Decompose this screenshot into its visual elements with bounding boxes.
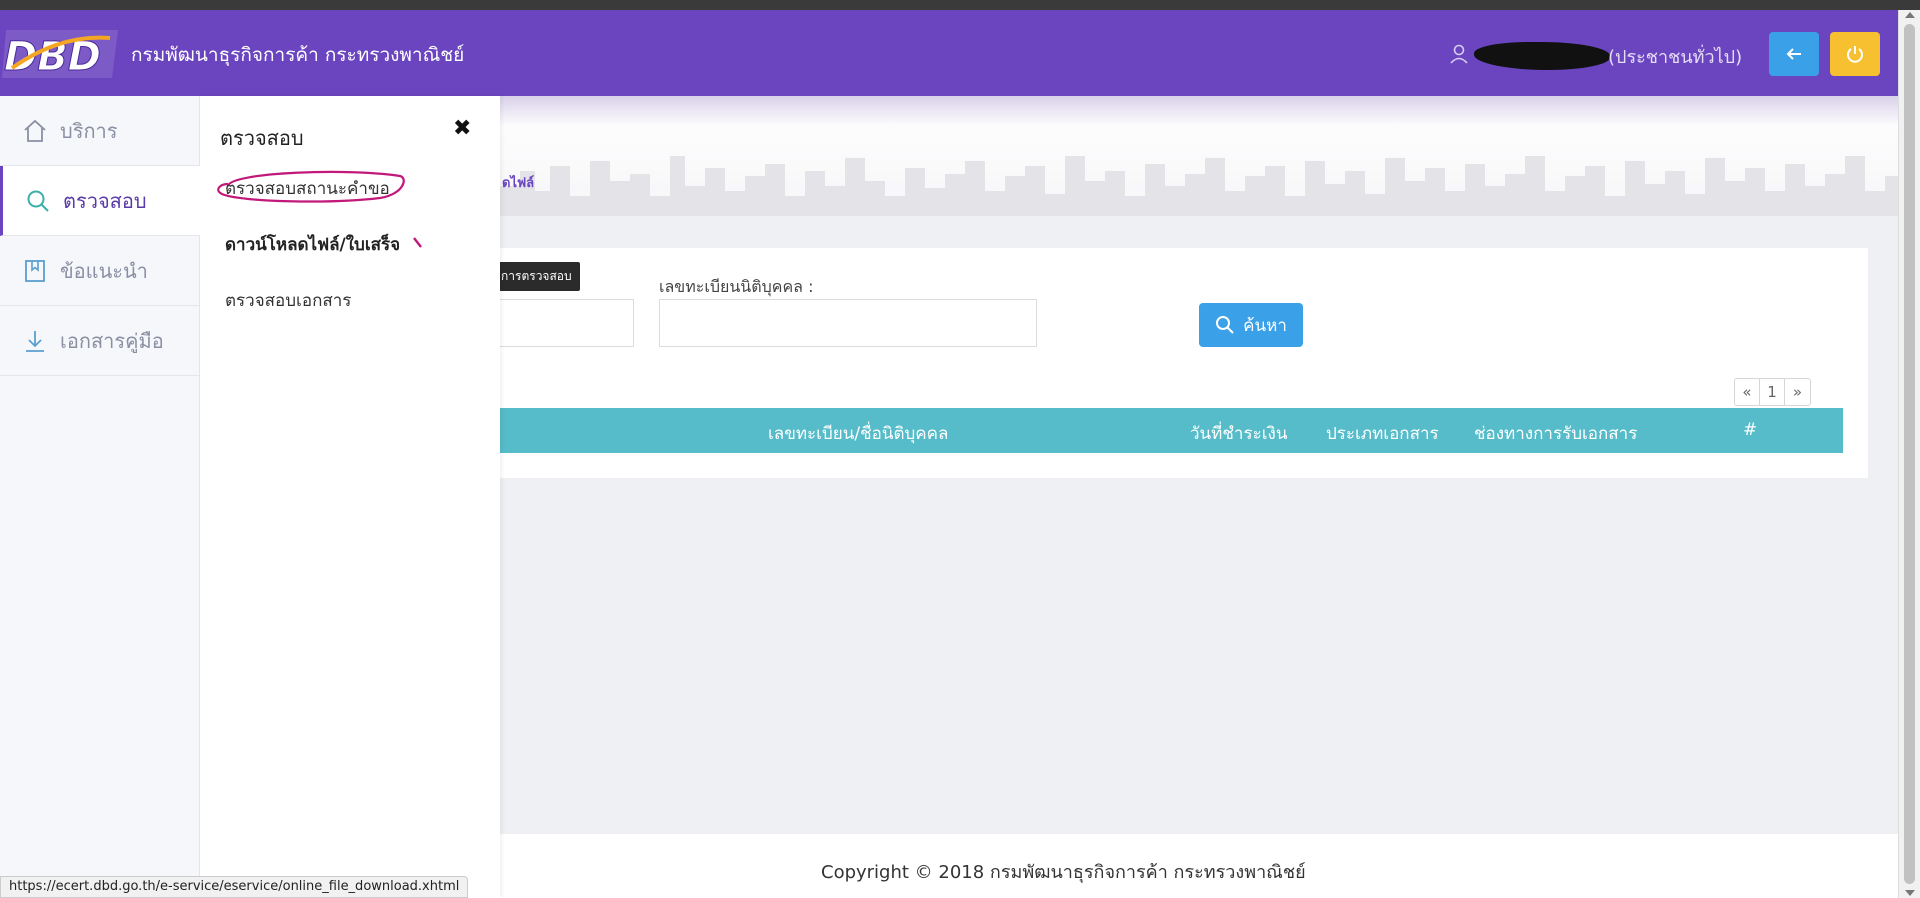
close-icon[interactable]: ✖ xyxy=(453,116,471,141)
logout-button[interactable] xyxy=(1830,32,1880,76)
submenu-title: ตรวจสอบ xyxy=(220,126,304,150)
search-icon xyxy=(27,190,49,212)
col-document-type[interactable]: ประเภทเอกสาร xyxy=(1326,420,1439,447)
search-button-label: ค้นหา xyxy=(1243,315,1287,336)
redacted-username xyxy=(1474,42,1610,70)
submenu-panel: ตรวจสอบ ✖ ตรวจสอบสถานะคำขอ ดาวน์โหลดไฟล์… xyxy=(200,96,500,898)
sidebar-item-label: บริการ xyxy=(60,118,118,143)
breadcrumb[interactable]: ดไฟล์ xyxy=(502,172,534,193)
sidebar-item-check[interactable]: ตรวจสอบ xyxy=(0,166,200,236)
sidebar-item-advice[interactable]: ข้อแนะนำ xyxy=(0,236,200,306)
scrollbar-thumb[interactable] xyxy=(1904,24,1915,884)
table-header: เลขทะเบียน/ชื่อนิติบุคคล วันที่ชำระเงิน … xyxy=(500,408,1843,453)
col-actions: # xyxy=(1743,420,1758,440)
submenu-item-request-status[interactable]: ตรวจสอบสถานะคำขอ xyxy=(225,175,390,202)
power-icon xyxy=(1847,46,1863,63)
col-delivery-channel[interactable]: ช่องทางการรับเอกสาร xyxy=(1474,420,1637,447)
search-button[interactable]: ค้นหา xyxy=(1199,303,1303,347)
sidebar-item-label: เอกสารคู่มือ xyxy=(60,328,164,353)
arrow-left-icon xyxy=(1786,48,1801,60)
svg-text:DBD: DBD xyxy=(4,34,101,80)
browser-top-strip xyxy=(0,0,1920,10)
link-preview-statusbar: https://ecert.dbd.go.th/e-service/eservi… xyxy=(0,876,469,898)
header-shadow xyxy=(500,96,1898,126)
site-title: กรมพัฒนาธุรกิจการค้า กระทรวงพาณิชย์ xyxy=(131,44,465,66)
user-role: (ประชาชนทั่วไป) xyxy=(1608,47,1743,68)
user-icon xyxy=(1448,43,1470,65)
page-scrollbar[interactable] xyxy=(1898,10,1920,898)
sidebar: บริการ ตรวจสอบ ข้อแนะนำ เอกสารคู่มือ xyxy=(0,96,200,898)
home-icon xyxy=(24,119,46,142)
left-input-field[interactable] xyxy=(498,299,634,347)
pagination-next[interactable]: » xyxy=(1785,379,1810,405)
col-payment-date[interactable]: วันที่ชำระเงิน xyxy=(1190,420,1287,447)
pagination-prev[interactable]: « xyxy=(1735,379,1760,405)
copyright-text: Copyright © 2018 กรมพัฒนาธุรกิจการค้า กร… xyxy=(821,862,1306,883)
sidebar-item-services[interactable]: บริการ xyxy=(0,96,200,166)
scroll-down-arrow-icon[interactable] xyxy=(1905,890,1915,896)
city-skyline-graphic xyxy=(500,156,1898,216)
pagination: « 1 » xyxy=(1734,378,1811,406)
bookmark-icon xyxy=(25,259,45,282)
sidebar-item-label: ตรวจสอบ xyxy=(63,188,147,213)
pagination-page-1[interactable]: 1 xyxy=(1760,379,1785,405)
registration-number-label: เลขทะเบียนนิติบุคคล : xyxy=(659,277,814,296)
sidebar-item-label: ข้อแนะนำ xyxy=(60,258,148,283)
sidebar-item-manuals[interactable]: เอกสารคู่มือ xyxy=(0,306,200,376)
submenu-item-download-file[interactable]: ดาวน์โหลดไฟล์/ใบเสร็จ xyxy=(225,231,400,258)
col-registration-name[interactable]: เลขทะเบียน/ชื่อนิติบุคคล xyxy=(768,420,948,447)
download-icon xyxy=(26,330,44,352)
top-header: DBD กรมพัฒนาธุรกิจการค้า กระทรวงพาณิชย์ … xyxy=(0,10,1898,96)
handwritten-tick-mark xyxy=(413,237,422,248)
search-icon xyxy=(1216,316,1234,334)
dbd-logo[interactable]: DBD xyxy=(0,24,124,84)
submenu-item-check-document[interactable]: ตรวจสอบเอกสาร xyxy=(225,287,351,314)
scroll-up-arrow-icon[interactable] xyxy=(1905,12,1915,18)
tooltip: การตรวจสอบ xyxy=(493,262,580,291)
registration-number-input[interactable] xyxy=(659,299,1037,347)
back-button[interactable] xyxy=(1769,32,1819,76)
